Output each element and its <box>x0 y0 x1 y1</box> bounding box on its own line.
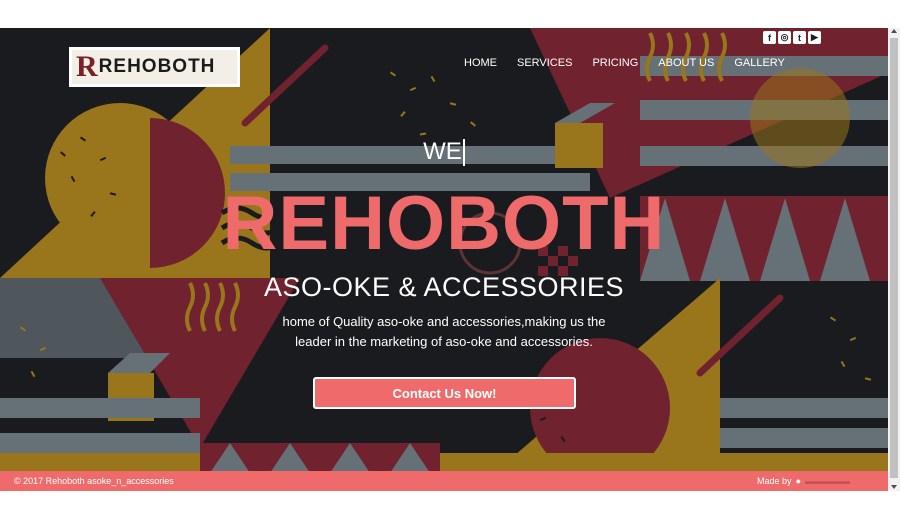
footer-made-by: Made by ● ▬▬▬▬▬ <box>757 476 850 486</box>
made-by-label: Made by <box>757 476 792 486</box>
facebook-icon[interactable]: f <box>763 31 776 44</box>
logo-mark: R <box>76 50 98 83</box>
twitter-icon[interactable]: t <box>793 31 806 44</box>
hero-description: home of Quality aso-oke and accessories,… <box>282 314 606 349</box>
nav-item-pricing[interactable]: PRICING <box>592 57 638 69</box>
browser-viewport: R REHOBOTH f ◎ t ▶ HOME SERVICES PRICING… <box>0 28 900 491</box>
main-nav: HOME SERVICES PRICING ABOUT US GALLERY <box>464 57 785 69</box>
scrollbar-thumb[interactable] <box>890 38 898 478</box>
footer-copyright: © 2017 Rehoboth asoke_n_accessories <box>14 476 174 486</box>
site-logo[interactable]: R REHOBOTH <box>69 47 240 87</box>
scroll-up-arrow-icon[interactable] <box>891 29 897 33</box>
apple-icon: ● <box>795 476 801 486</box>
nav-item-gallery[interactable]: GALLERY <box>734 57 785 69</box>
typed-headline: WE <box>0 138 888 167</box>
instagram-icon[interactable]: ◎ <box>778 31 791 44</box>
scroll-down-arrow-icon[interactable] <box>891 485 897 489</box>
nav-item-about-us[interactable]: ABOUT US <box>658 57 714 69</box>
page-scrollbar[interactable] <box>888 28 900 491</box>
site-footer: © 2017 Rehoboth asoke_n_accessories Made… <box>0 471 888 491</box>
hero-subtitle: ASO-OKE & ACCESSORIES <box>263 272 625 302</box>
nav-item-home[interactable]: HOME <box>464 57 497 69</box>
author-link-placeholder[interactable]: ▬▬▬▬▬ <box>805 476 850 486</box>
social-links: f ◎ t ▶ <box>763 31 821 44</box>
nav-item-services[interactable]: SERVICES <box>517 57 572 69</box>
logo-text: REHOBOTH <box>98 56 216 78</box>
typing-cursor <box>462 139 465 167</box>
contact-us-button[interactable]: Contact Us Now! <box>313 377 576 409</box>
hero-brand-title: REHOBOTH <box>222 181 666 266</box>
typed-text: WE <box>423 138 462 165</box>
landing-page: R REHOBOTH f ◎ t ▶ HOME SERVICES PRICING… <box>0 28 888 491</box>
youtube-icon[interactable]: ▶ <box>808 31 821 44</box>
